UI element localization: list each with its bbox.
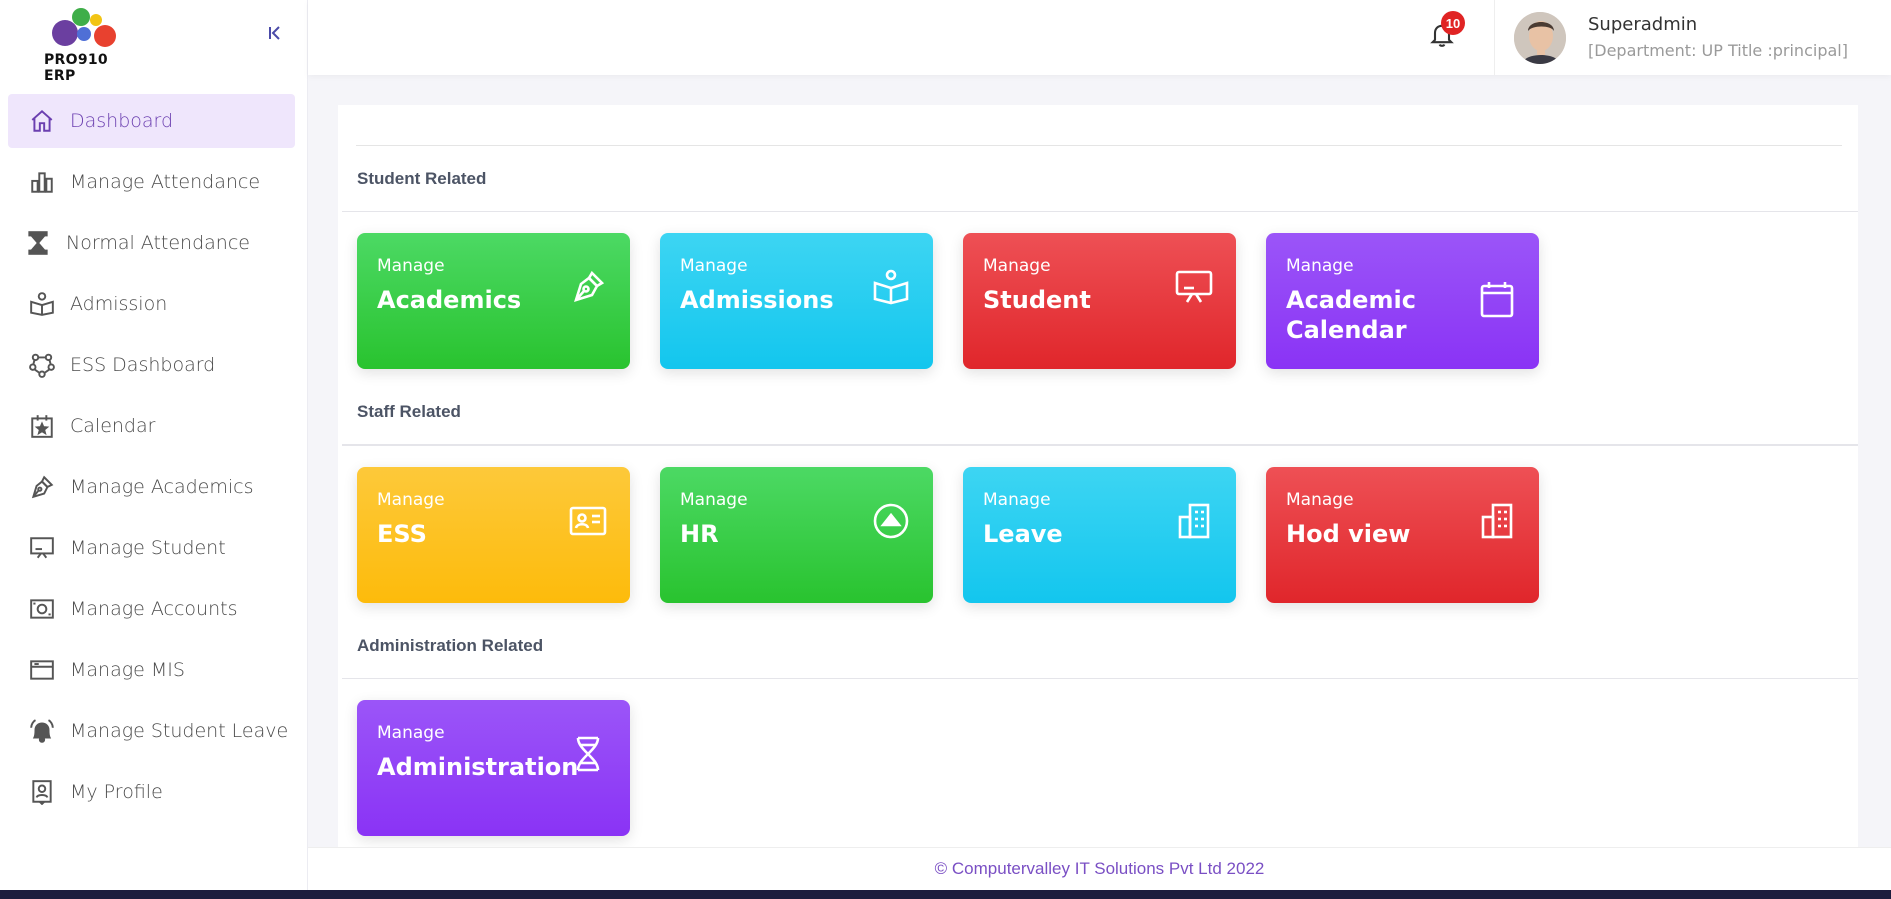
presentation-icon: [28, 534, 56, 562]
section-title-student: Student Related: [357, 169, 487, 188]
divider: [356, 145, 1842, 146]
tile-big-label: Academic Calendar: [1286, 286, 1416, 344]
divider: [342, 678, 1858, 679]
section-title-staff: Staff Related: [357, 402, 461, 421]
tile-manage-administration[interactable]: Manage Administration: [357, 700, 630, 836]
section-title-administration: Administration Related: [357, 636, 544, 655]
pen-nib-icon: [568, 267, 608, 307]
tile-small-label: Manage: [983, 256, 1051, 276]
tile-big-label: Administration: [377, 753, 579, 781]
sidebar-item-manage-mis[interactable]: Manage MIS: [8, 643, 295, 697]
bar-chart-icon: [28, 168, 56, 196]
sidebar-item-label: Manage Student Leave: [70, 720, 289, 742]
tile-small-label: Manage: [983, 490, 1051, 510]
hourglass-icon: [24, 229, 52, 257]
book-reader-icon: [28, 290, 56, 318]
app-logo[interactable]: PRO910 ERP: [42, 6, 142, 84]
tile-big-label: Leave: [983, 520, 1063, 548]
tile-small-label: Manage: [377, 490, 445, 510]
footer-copyright: © Computervalley IT Solutions Pvt Ltd 20…: [934, 859, 1265, 878]
profile-icon: [28, 778, 56, 806]
sidebar-item-label: Admission: [70, 293, 168, 315]
sidebar-item-calendar[interactable]: Calendar: [8, 399, 295, 453]
tile-big-label: Student: [983, 286, 1091, 314]
collapse-left-icon: [269, 26, 280, 40]
sidebar-item-label: Normal Attendance: [66, 232, 250, 254]
sidebar: PRO910 ERP Dashboard Manage Attendance N…: [0, 0, 308, 890]
book-reader-icon: [871, 267, 911, 307]
avatar[interactable]: [1514, 12, 1566, 64]
tile-manage-admissions[interactable]: Manage Admissions: [660, 233, 933, 369]
sidebar-item-my-profile[interactable]: My Profile: [8, 765, 295, 819]
building-icon: [1174, 501, 1214, 541]
sidebar-item-label: Manage Student: [70, 537, 226, 559]
tile-manage-ess[interactable]: Manage ESS: [357, 467, 630, 603]
sidebar-item-label: My Profile: [70, 781, 163, 803]
calendar-star-icon: [28, 412, 56, 440]
sidebar-item-label: Manage Accounts: [70, 598, 238, 620]
divider: [342, 211, 1858, 212]
building-icon: [1477, 501, 1517, 541]
sidebar-item-label: Manage MIS: [70, 659, 185, 681]
header-divider: [1494, 0, 1495, 75]
tile-small-label: Manage: [1286, 256, 1354, 276]
footer: © Computervalley IT Solutions Pvt Ltd 20…: [308, 847, 1891, 890]
tile-manage-hr[interactable]: Manage HR: [660, 467, 933, 603]
sidebar-item-dashboard[interactable]: Dashboard: [8, 94, 295, 148]
sidebar-item-admission[interactable]: Admission: [8, 277, 295, 331]
tile-manage-leave[interactable]: Manage Leave: [963, 467, 1236, 603]
network-icon: [28, 351, 56, 379]
sidebar-item-label: ESS Dashboard: [70, 354, 216, 376]
notification-count-badge: 10: [1441, 11, 1465, 35]
sidebar-item-manage-student-leave[interactable]: Manage Student Leave: [8, 704, 295, 758]
tile-small-label: Manage: [377, 723, 445, 743]
home-icon: [28, 107, 56, 135]
tile-small-label: Manage: [377, 256, 445, 276]
tile-manage-academics[interactable]: Manage Academics: [357, 233, 630, 369]
tile-big-label: Academics: [377, 286, 522, 314]
dna-icon: [568, 734, 608, 774]
tile-manage-hod-view[interactable]: Manage Hod view: [1266, 467, 1539, 603]
sidebar-item-manage-accounts[interactable]: Manage Accounts: [8, 582, 295, 636]
calendar-icon: [1477, 279, 1517, 319]
alarm-bell-icon: [28, 717, 56, 745]
tile-manage-student[interactable]: Manage Student: [963, 233, 1236, 369]
sidebar-item-manage-academics[interactable]: Manage Academics: [8, 460, 295, 514]
divider: [342, 444, 1858, 446]
sidebar-item-manage-attendance[interactable]: Manage Attendance: [8, 155, 295, 209]
collapse-sidebar-button[interactable]: [264, 22, 286, 44]
main-content: Student Related Manage Academics Manage …: [308, 75, 1891, 847]
id-card-icon: [568, 501, 608, 541]
tile-manage-academic-calendar[interactable]: Manage Academic Calendar: [1266, 233, 1539, 369]
sidebar-item-label: Dashboard: [70, 110, 174, 132]
sidebar-item-label: Calendar: [70, 415, 156, 437]
user-photo-icon: [1514, 12, 1566, 64]
money-icon: [28, 595, 56, 623]
arrow-up-circle-icon: [871, 501, 911, 541]
sidebar-item-label: Manage Academics: [70, 476, 254, 498]
sidebar-item-ess-dashboard[interactable]: ESS Dashboard: [8, 338, 295, 392]
pen-nib-icon: [28, 473, 56, 501]
presentation-icon: [1174, 267, 1214, 307]
tile-small-label: Manage: [1286, 490, 1354, 510]
user-name[interactable]: Superadmin: [1588, 14, 1697, 35]
sidebar-nav: Dashboard Manage Attendance Normal Atten…: [8, 94, 295, 826]
logo-circles-icon: [52, 8, 116, 47]
top-header: 10 Superadmin [Department: UP Title :pri…: [308, 0, 1891, 75]
tile-small-label: Manage: [680, 256, 748, 276]
window-icon: [28, 656, 56, 684]
tile-small-label: Manage: [680, 490, 748, 510]
tile-big-label: Hod view: [1286, 520, 1411, 548]
user-department-title: [Department: UP Title :principal]: [1588, 41, 1848, 60]
tile-big-label: HR: [680, 520, 719, 548]
tile-big-label: Admissions: [680, 286, 834, 314]
logo-text: PRO910 ERP: [44, 52, 108, 84]
sidebar-item-manage-student[interactable]: Manage Student: [8, 521, 295, 575]
dashboard-card: Student Related Manage Academics Manage …: [338, 105, 1858, 847]
sidebar-item-normal-attendance[interactable]: Normal Attendance: [8, 216, 295, 270]
taskbar-strip: [0, 890, 1891, 899]
sidebar-item-label: Manage Attendance: [70, 171, 261, 193]
tile-big-label: ESS: [377, 520, 427, 548]
